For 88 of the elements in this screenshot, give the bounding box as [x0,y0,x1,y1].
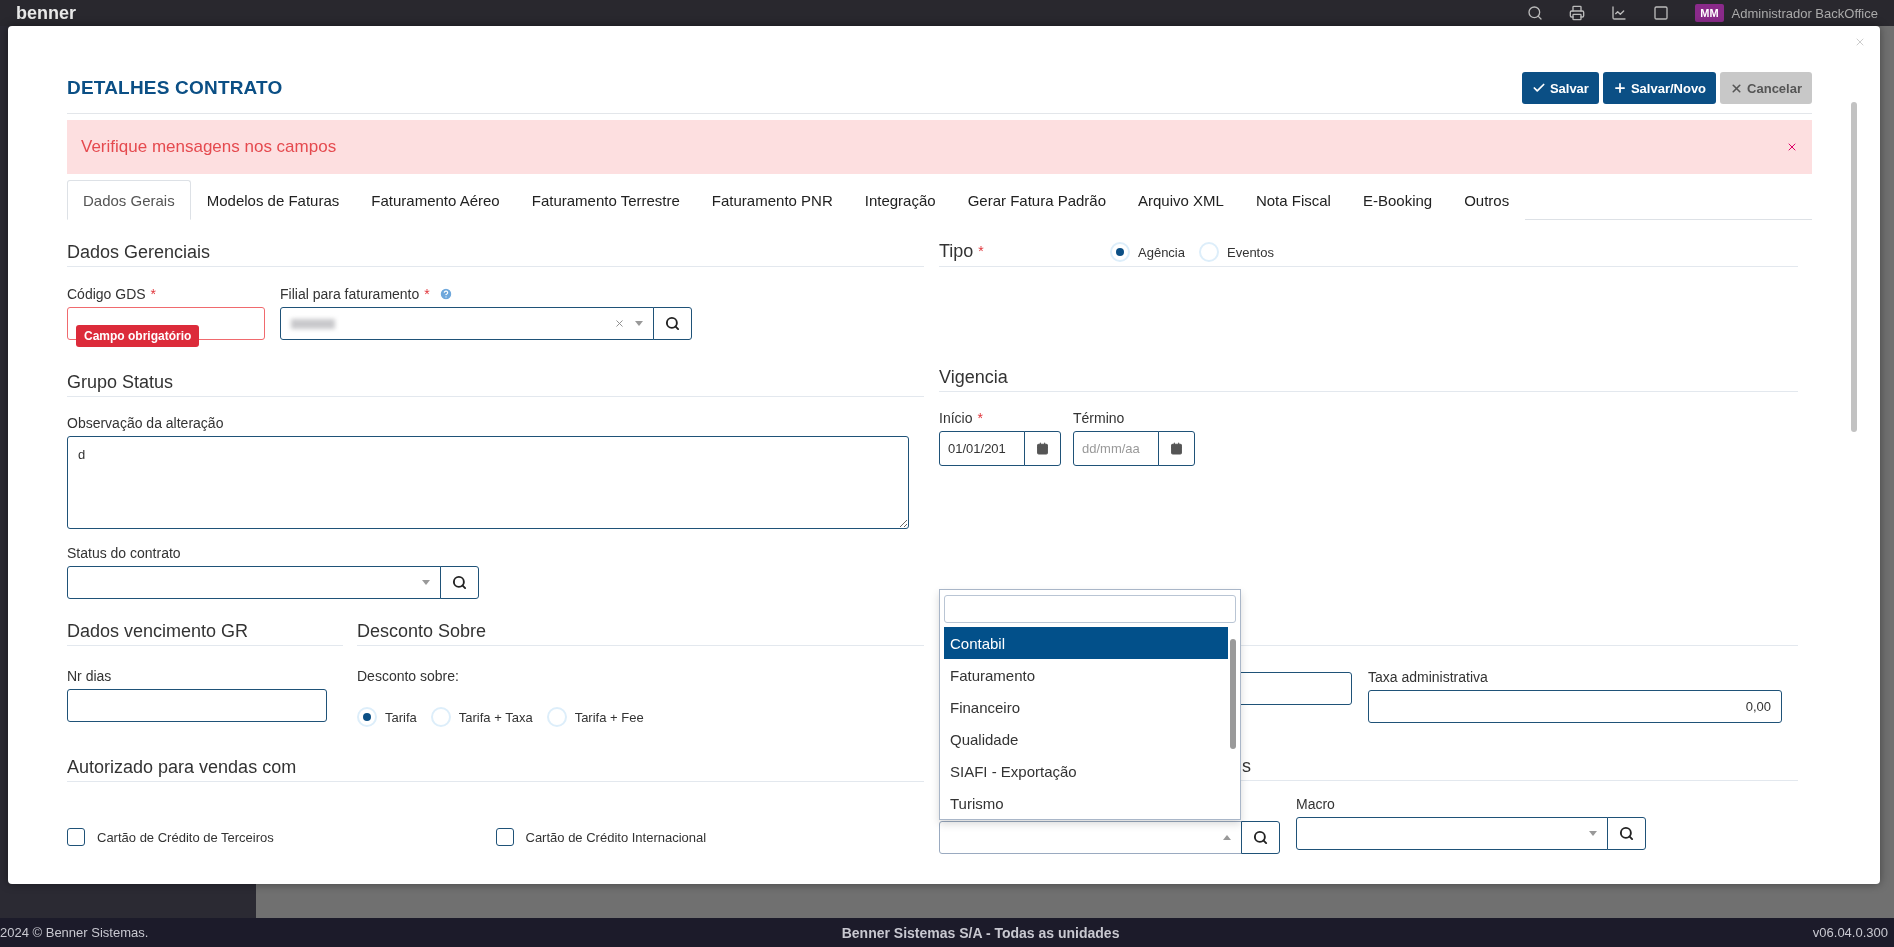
required-mark: * [978,243,984,259]
save-button[interactable]: Salvar [1521,72,1599,104]
alert-message: Verifique mensagens nos campos [81,137,337,157]
checkbox-label: Cartão de Crédito de Terceiros [97,829,274,845]
section-title: Autorizado para vendas com [67,757,297,777]
radio-label: Eventos [1227,244,1274,260]
select-field[interactable] [67,566,441,599]
user-name[interactable]: Administrador BackOffice [1731,5,1878,21]
search-button[interactable] [1241,821,1280,854]
caret-down-icon [1589,831,1597,836]
caret-down-icon [635,321,643,326]
calendar-button[interactable] [1024,431,1061,466]
field-label: Nr dias [67,668,112,684]
radio-label: Tarifa [385,709,417,725]
calendar-icon [1036,442,1049,455]
radio-label: Tarifa + Fee [574,709,644,725]
printer-icon [1569,5,1586,21]
section-title: Tipo [939,241,974,261]
clear-icon [614,318,625,329]
field-label: Filial para faturamento [280,286,420,302]
search-button[interactable] [440,566,479,599]
section-title: Dados vencimento GR [67,621,249,641]
field-label: Status do contrato [67,545,181,561]
field-label: Desconto sobre: [357,668,459,684]
select-field[interactable] [280,307,654,340]
required-mark: * [977,410,983,426]
error-tooltip: Campo obrigatório [76,325,200,347]
square-icon [1653,5,1670,21]
chart-icon [1611,5,1628,21]
required-mark: * [424,286,430,302]
radio-button[interactable] [1110,242,1130,262]
radio-label: Tarifa + Taxa [458,709,533,725]
scrollbar[interactable] [1851,102,1857,432]
calendar-icon [1170,442,1183,455]
field-label: Código GDS [67,286,146,302]
search-button[interactable] [1607,817,1646,850]
section-title: s [1242,756,1251,776]
calendar-button[interactable] [1158,431,1195,466]
search-field[interactable] [944,595,1236,623]
copyright: 2024 © Benner Sistemas. [0,925,149,940]
dialog-title: DETALHES CONTRATO [67,77,283,99]
field-label: Término [1073,410,1125,426]
search-icon [1253,830,1268,845]
caret-down-icon [422,580,430,585]
field-label: Macro [1296,796,1335,812]
blurred-value [291,318,335,329]
cancel-button[interactable]: Cancelar [1720,72,1812,104]
input-field[interactable] [67,689,327,722]
input-field[interactable]: 0,00 [1368,690,1782,723]
radio-button[interactable] [546,707,567,727]
help-icon [438,287,453,301]
section-title: Desconto Sobre [357,621,487,641]
search-icon [1619,826,1634,841]
search-icon [452,575,467,590]
logo: benner [16,3,76,23]
scrollbar[interactable] [1230,639,1236,749]
section-title: Grupo Status [67,372,174,392]
radio-button[interactable] [1199,242,1219,262]
search-icon [665,316,680,331]
select-field[interactable] [1296,817,1608,850]
field-label: Observação da alteração [67,415,224,431]
plus-icon [1612,81,1627,95]
checkbox-label: Cartão de Crédito Internacional [525,829,707,845]
dropdown-option[interactable]: Contabil [944,627,1228,659]
field-label: Taxa administrativa [1368,669,1488,685]
checkbox[interactable] [67,828,85,846]
field-label: Início [939,410,973,426]
check-icon [1531,81,1546,95]
section-title: Dados Gerenciais [67,242,211,262]
required-mark: * [150,286,157,302]
save-button[interactable]: Salvar/Novo [1602,72,1717,104]
caret-up-icon [1223,835,1231,840]
date-field[interactable]: 01/01/201 [939,431,1025,466]
radio-button[interactable] [357,707,377,727]
date-field[interactable]: dd/mm/aa [1073,431,1159,466]
textarea-field[interactable]: d [67,436,909,529]
close-button[interactable] [1786,141,1798,153]
search-icon [1527,5,1544,21]
section-title: Vigencia [939,367,1008,387]
select-field[interactable] [939,821,1242,854]
tab[interactable]: Dados Gerais [67,180,191,220]
version: v06.04.0.300 [1812,925,1888,940]
radio-button[interactable] [430,707,451,727]
search-button[interactable] [653,307,692,340]
radio-label: Agência [1138,244,1185,260]
avatar[interactable]: MM [1695,4,1724,22]
checkbox[interactable] [495,828,514,846]
company-name: Benner Sistemas S/A - Todas as unidades [841,924,1120,941]
